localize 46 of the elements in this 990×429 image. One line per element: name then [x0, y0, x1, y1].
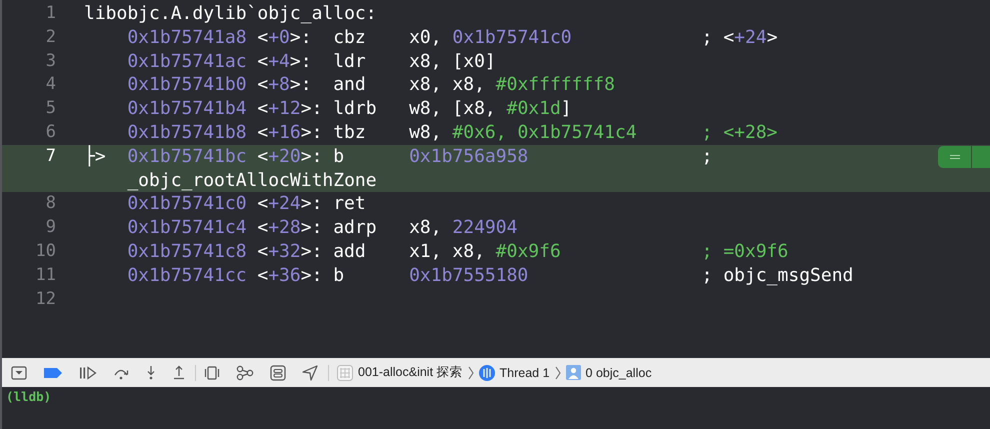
- chevron-icon: [468, 366, 474, 380]
- line-number: 6: [44, 120, 56, 144]
- continue-icon[interactable]: [79, 366, 97, 380]
- line-number: 5: [44, 97, 56, 120]
- equals-icon: [948, 154, 960, 160]
- code-line: 0x1b75741b4 <+12>: ldrb w8, [x8, #0x1d]: [127, 97, 573, 121]
- toggles-icon[interactable]: [270, 364, 286, 380]
- app-grid-icon: [337, 364, 353, 380]
- chevron-icon: [554, 366, 561, 380]
- user-icon: [566, 365, 581, 380]
- code-line: 0x1b75741ac <+4>: ldr x8, [x0]: [127, 50, 497, 74]
- memory-graph-icon[interactable]: [236, 364, 254, 380]
- code-line: 0x1b75741a8 <+0>: cbz x0, 0x1b75741c0 ; <+24>: [127, 26, 778, 50]
- line-number: 4: [44, 73, 56, 96]
- pc-arrow: ├>: [84, 144, 106, 169]
- thread-icon: [478, 364, 495, 380]
- line-number: 7: [44, 144, 56, 168]
- location-icon[interactable]: [302, 364, 318, 380]
- line-number: 9: [44, 216, 56, 240]
- step-badge[interactable]: [938, 146, 971, 168]
- code-line: 0x1b75741c8 <+32>: add x1, x8, #0x9f6 ; =0x9f6: [127, 240, 788, 264]
- code-line: libobjc.A.dylib`objc_alloc:: [84, 2, 377, 26]
- line-number: 8: [44, 192, 56, 216]
- line-number: 2: [44, 26, 56, 49]
- console-prompt: (lldb): [6, 389, 52, 404]
- breakpoint-icon[interactable]: [43, 366, 63, 378]
- code-line: 0x1b75741b0 <+8>: and x8, x8, #0xfffffff8: [127, 73, 616, 98]
- code-line-continuation: _objc_rootAllocWithZone: [127, 168, 377, 192]
- line-number: 11: [34, 264, 56, 287]
- breadcrumb-item[interactable]: 001-alloc&init 探索: [337, 364, 463, 381]
- code-line: 0x1b75741bc <+20>: b 0x1b756a958 ;: [127, 144, 712, 169]
- view-hierarchy-icon[interactable]: [204, 366, 220, 380]
- code-line: 0x1b75741b8 <+16>: tbz w8, #0x6, 0x1b75741c4 ; <+28>: [127, 120, 778, 145]
- hide-console-icon[interactable]: [11, 366, 27, 380]
- badge-segment: [972, 146, 990, 168]
- code-line: 0x1b75741c0 <+24>: ret: [127, 192, 367, 216]
- code-line: 0x1b75741cc <+36>: b 0x1b7555180 ; objc_msgSend: [127, 264, 854, 288]
- line-number: 3: [44, 50, 56, 73]
- step-into-icon[interactable]: [145, 365, 157, 380]
- breadcrumb-item[interactable]: Thread 1: [478, 364, 550, 380]
- step-out-icon[interactable]: [173, 365, 185, 380]
- code-line: 0x1b75741c4 <+28>: adrp x8, 224904: [127, 216, 518, 240]
- line-number: 10: [34, 240, 56, 263]
- line-number: 1: [44, 2, 56, 25]
- line-number: 12: [34, 288, 56, 311]
- breadcrumb-item[interactable]: 0 objc_alloc: [566, 365, 652, 380]
